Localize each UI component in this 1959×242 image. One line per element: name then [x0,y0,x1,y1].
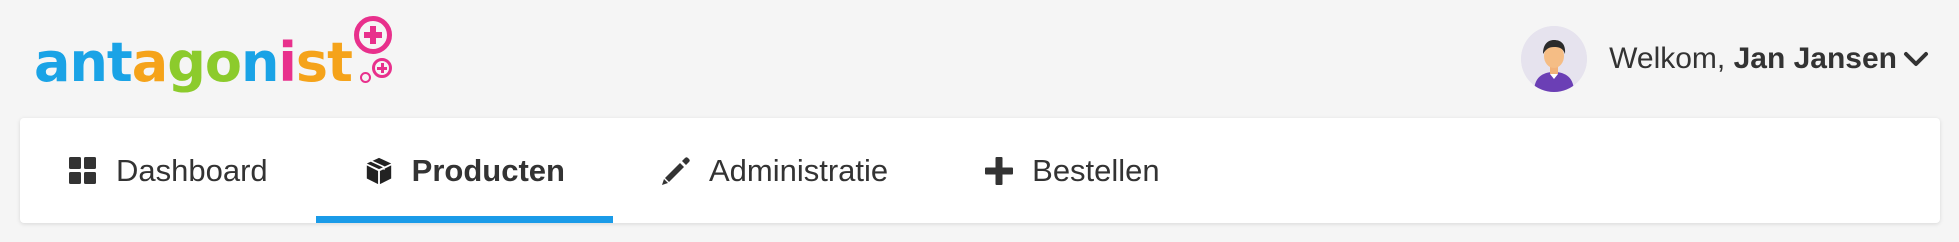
nav-item-label: Producten [411,152,565,188]
nav-item-producten[interactable]: Producten [315,118,614,223]
nav-item-administratie[interactable]: Administratie [613,118,936,223]
logo-wordmark: a n t a g o n i s t [34,31,353,96]
pencil-icon [661,156,691,186]
nav-item-label: Dashboard [116,152,268,188]
chevron-down-icon[interactable] [1903,50,1929,68]
nav-item-label: Bestellen [1032,152,1160,188]
logo-letter: i [278,31,296,94]
logo-letter: g [167,31,206,94]
welcome-greeting: Welkom, [1609,42,1734,75]
user-name: Jan Jansen [1733,42,1897,75]
logo-letter: t [106,31,133,94]
logo-letter: t [327,31,353,94]
main-navigation: Dashboard Producten Administratie Bestel… [20,118,1940,223]
logo-plus-bubbles-icon [353,16,394,96]
logo[interactable]: a n t a g o n i s t [34,16,394,96]
person-avatar-icon[interactable] [1521,26,1588,92]
logo-letter: s [295,31,328,94]
user-menu[interactable]: Welkom, Jan Jansen [1521,26,1929,92]
logo-letter: o [204,31,242,94]
nav-item-dashboard[interactable]: Dashboard [20,118,316,223]
nav-item-label: Administratie [708,152,889,188]
logo-letter: n [240,31,279,94]
grid-icon [68,156,98,186]
welcome-text[interactable]: Welkom, Jan Jansen [1609,42,1897,76]
bubble-small-icon [359,72,371,83]
plus-icon [984,156,1014,186]
box-icon [364,156,394,186]
nav-item-bestellen[interactable]: Bestellen [936,118,1208,223]
logo-letter: a [131,31,168,94]
plus-bubble-medium-icon [371,58,392,78]
plus-bubble-large-icon [353,16,392,54]
logo-letter: n [69,31,107,94]
logo-letter: a [34,31,70,94]
